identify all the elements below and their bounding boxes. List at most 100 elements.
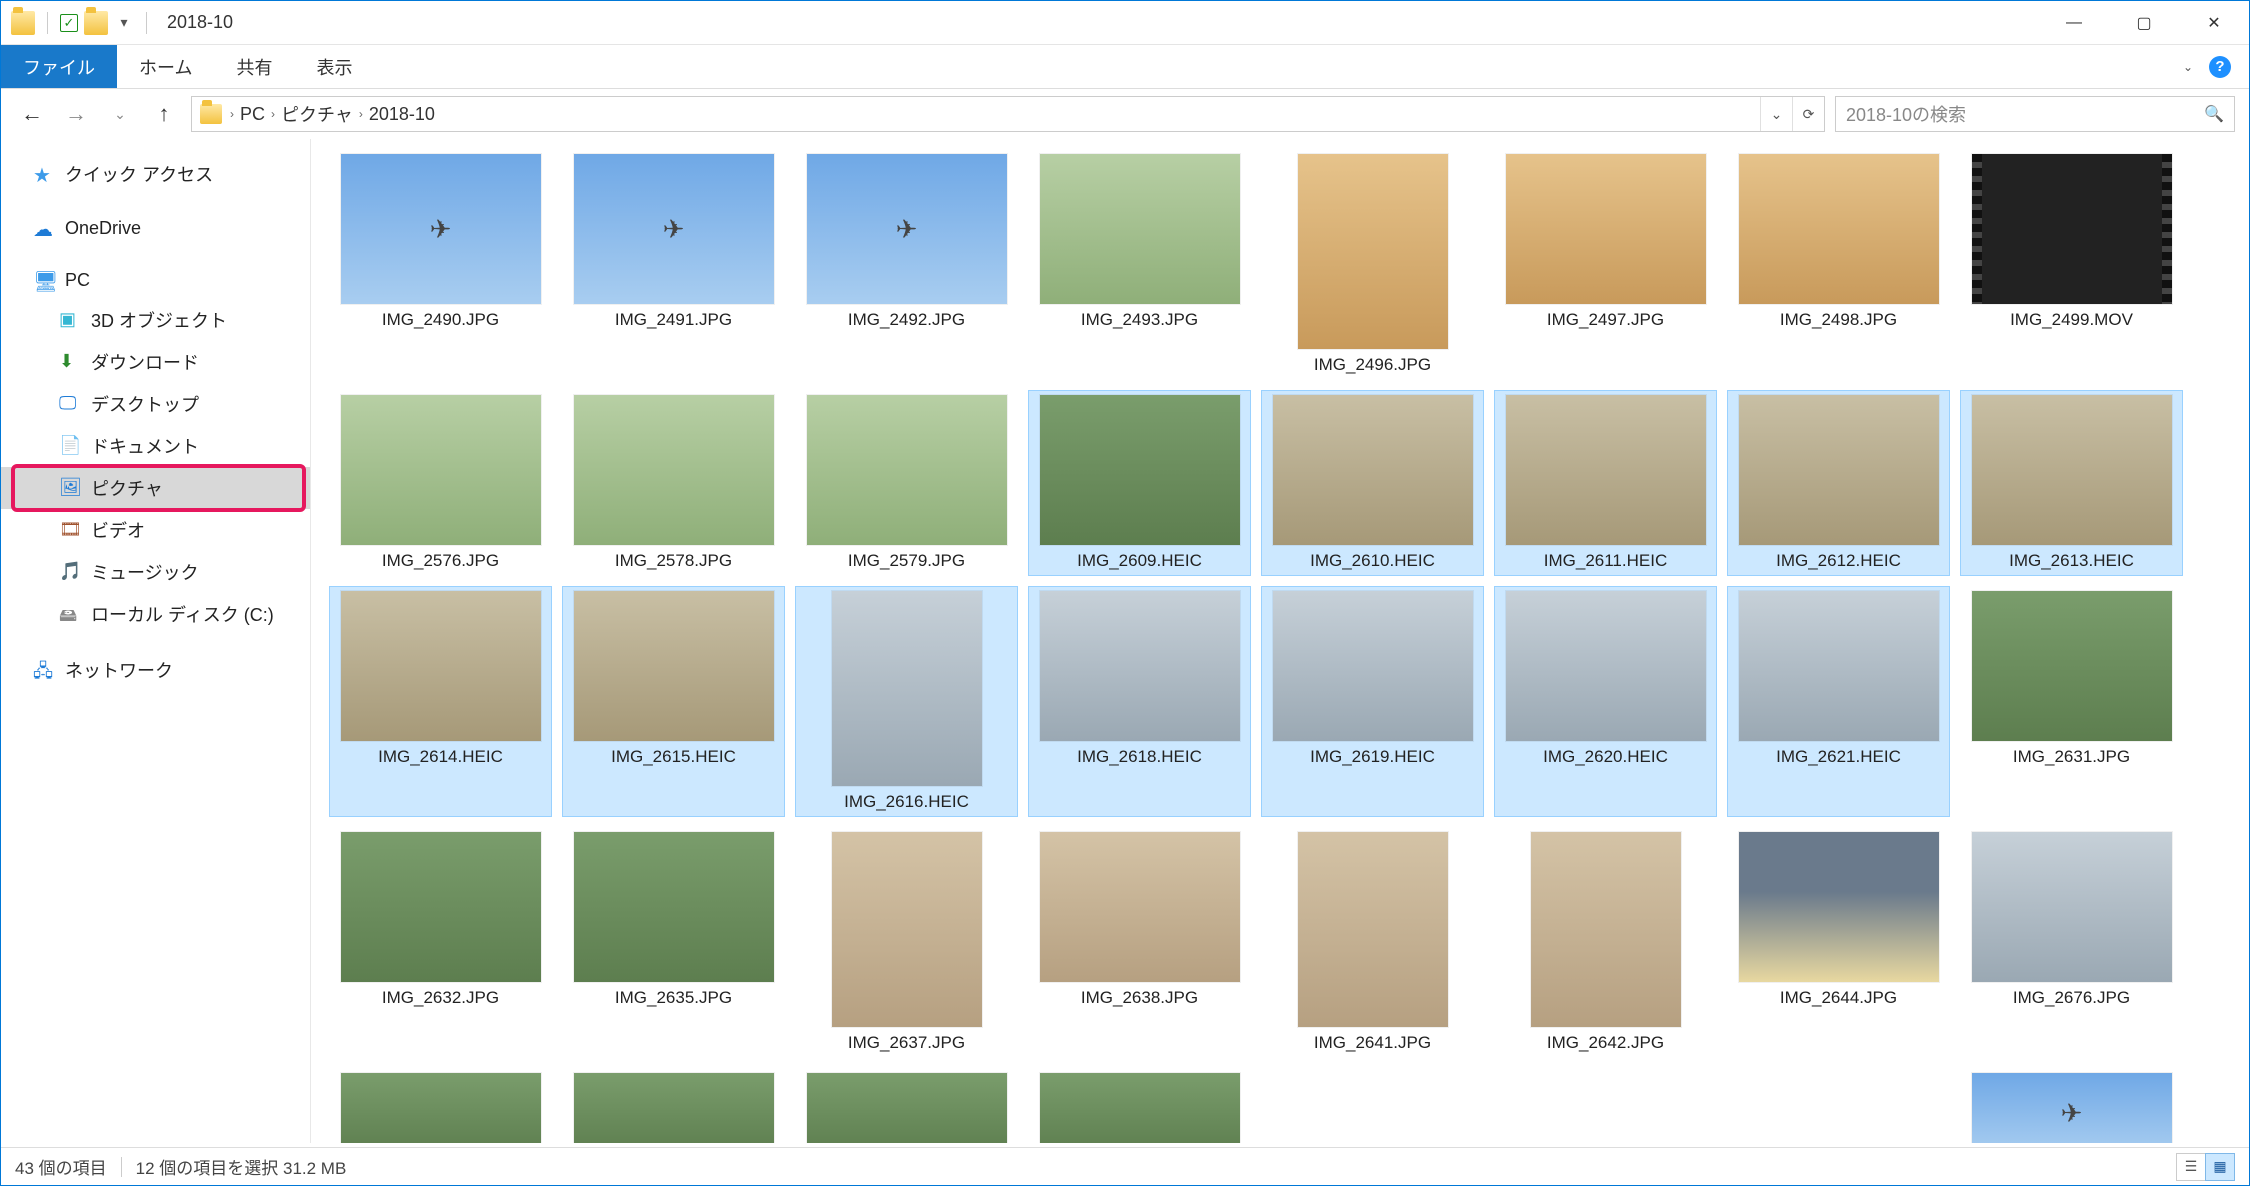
thumbnail (1739, 832, 1939, 982)
nav-up-button[interactable]: ↑ (147, 97, 181, 131)
maximize-button[interactable]: ▢ (2109, 1, 2179, 45)
nav-recent-chevron[interactable]: ⌄ (103, 97, 137, 131)
qat-new-folder-icon[interactable] (84, 11, 108, 35)
tab-share[interactable]: 共有 (214, 45, 294, 88)
nav-quick-access[interactable]: ★クイック アクセス (1, 153, 310, 195)
star-icon: ★ (33, 163, 55, 185)
nav-pc[interactable]: 🖥PC (1, 261, 310, 299)
file-item[interactable]: IMG_2644.JPG (1727, 827, 1950, 1058)
search-input[interactable]: 2018-10の検索 🔍 (1835, 96, 2235, 132)
file-item[interactable]: IMG_2610.HEIC (1261, 390, 1484, 576)
nav-onedrive[interactable]: ☁OneDrive (1, 209, 310, 247)
help-icon[interactable]: ? (2209, 56, 2231, 78)
nav-network[interactable]: 🖧ネットワーク (1, 649, 310, 691)
view-details-button[interactable]: ☰ (2176, 1153, 2206, 1181)
nav-back-button[interactable]: ← (15, 97, 49, 131)
file-item[interactable]: IMG_2676.JPG (1960, 827, 2183, 1058)
window-title: 2018-10 (167, 12, 233, 33)
thumbnail (574, 832, 774, 982)
file-item[interactable]: IMG_2641.JPG (1261, 827, 1484, 1058)
content-area[interactable]: IMG_2490.JPG IMG_2491.JPG IMG_2492.JPG I… (311, 139, 2249, 1143)
file-item[interactable]: IMG_2642.JPG (1494, 827, 1717, 1058)
nav-pictures[interactable]: 🖼ピクチャ (1, 467, 310, 509)
file-item[interactable]: IMG_2635.JPG (562, 827, 785, 1058)
file-item[interactable]: IMG_2620.HEIC (1494, 586, 1717, 817)
nav-downloads[interactable]: ⬇ダウンロード (1, 341, 310, 383)
minimize-button[interactable]: — (2039, 1, 2109, 45)
cube-icon: ▣ (59, 309, 81, 331)
ribbon-collapse-chevron[interactable]: ⌄ (2183, 60, 2193, 74)
search-icon: 🔍 (2204, 104, 2224, 124)
nav-local-disk[interactable]: 🖴ローカル ディスク (C:) (1, 593, 310, 635)
file-item[interactable]: IMG_2611.HEIC (1494, 390, 1717, 576)
breadcrumb-pictures[interactable]: ピクチャ (275, 101, 359, 127)
nav-forward-button[interactable]: → (59, 97, 93, 131)
file-item[interactable]: IMG_2498.JPG (1727, 149, 1950, 380)
folder-icon (200, 104, 222, 124)
file-item[interactable]: IMG_2618.HEIC (1028, 586, 1251, 817)
file-item[interactable]: IMG_2631.JPG (1960, 586, 2183, 817)
refresh-icon[interactable]: ⟳ (1792, 97, 1824, 131)
file-item[interactable]: IMG_2491.JPG (562, 149, 785, 380)
file-item[interactable] (329, 1068, 552, 1143)
desktop-icon: 🖵 (59, 393, 81, 415)
thumbnail (1739, 395, 1939, 545)
qat-properties-icon[interactable]: ✓ (60, 14, 78, 32)
nav-desktop[interactable]: 🖵デスクトップ (1, 383, 310, 425)
separator (121, 1157, 122, 1177)
file-item[interactable]: IMG_2632.JPG (329, 827, 552, 1058)
nav-music[interactable]: 🎵ミュージック (1, 551, 310, 593)
thumbnail (1506, 395, 1706, 545)
file-item[interactable]: IMG_2576.JPG (329, 390, 552, 576)
file-item[interactable]: IMG_2492.JPG (795, 149, 1018, 380)
nav-videos[interactable]: 🎞ビデオ (1, 509, 310, 551)
disk-icon: 🖴 (59, 603, 81, 625)
breadcrumb-pc[interactable]: PC (234, 104, 271, 125)
thumbnail (1972, 832, 2172, 982)
file-item[interactable]: IMG_2499.MOV (1960, 149, 2183, 380)
file-item[interactable] (1028, 1068, 1251, 1143)
breadcrumb-current[interactable]: 2018-10 (363, 104, 441, 125)
file-item[interactable]: IMG_2616.HEIC (795, 586, 1018, 817)
file-item[interactable]: IMG_2497.JPG (1494, 149, 1717, 380)
qat-customize-chevron[interactable]: ▾ (114, 13, 134, 33)
file-item[interactable] (1960, 1068, 2183, 1143)
tab-file[interactable]: ファイル (1, 45, 117, 88)
address-bar[interactable]: › PC › ピクチャ › 2018-10 ⌄ ⟳ (191, 96, 1825, 132)
thumbnail (1972, 395, 2172, 545)
file-item[interactable]: IMG_2493.JPG (1028, 149, 1251, 380)
file-item[interactable]: IMG_2496.JPG (1261, 149, 1484, 380)
file-item[interactable] (795, 1068, 1018, 1143)
nav-3d-objects[interactable]: ▣3D オブジェクト (1, 299, 310, 341)
thumbnail (1040, 591, 1240, 741)
file-item[interactable]: IMG_2578.JPG (562, 390, 785, 576)
file-item[interactable]: IMG_2579.JPG (795, 390, 1018, 576)
view-thumbnails-button[interactable]: ▦ (2205, 1153, 2235, 1181)
close-button[interactable]: ✕ (2179, 1, 2249, 45)
thumbnail (1040, 154, 1240, 304)
file-item[interactable]: IMG_2490.JPG (329, 149, 552, 380)
tab-home[interactable]: ホーム (117, 45, 214, 88)
address-dropdown-chevron[interactable]: ⌄ (1760, 97, 1792, 131)
file-item[interactable]: IMG_2637.JPG (795, 827, 1018, 1058)
file-item[interactable]: IMG_2613.HEIC (1960, 390, 2183, 576)
thumbnail (1972, 1073, 2172, 1143)
file-item[interactable]: IMG_2612.HEIC (1727, 390, 1950, 576)
file-item[interactable]: IMG_2615.HEIC (562, 586, 785, 817)
file-item[interactable]: IMG_2619.HEIC (1261, 586, 1484, 817)
file-item[interactable]: IMG_2614.HEIC (329, 586, 552, 817)
thumbnail (574, 591, 774, 741)
file-item[interactable]: IMG_2638.JPG (1028, 827, 1251, 1058)
file-item[interactable] (562, 1068, 785, 1143)
status-selection: 12 個の項目を選択 31.2 MB (136, 1154, 347, 1179)
thumbnail (341, 832, 541, 982)
file-item[interactable]: IMG_2609.HEIC (1028, 390, 1251, 576)
nav-documents[interactable]: 📄ドキュメント (1, 425, 310, 467)
video-icon: 🎞 (59, 519, 81, 541)
thumbnail (1298, 154, 1448, 349)
status-bar: 43 個の項目 12 個の項目を選択 31.2 MB ☰ ▦ (1, 1147, 2249, 1185)
tab-view[interactable]: 表示 (294, 45, 374, 88)
thumbnail (1298, 832, 1448, 1027)
thumbnail (341, 395, 541, 545)
file-item[interactable]: IMG_2621.HEIC (1727, 586, 1950, 817)
